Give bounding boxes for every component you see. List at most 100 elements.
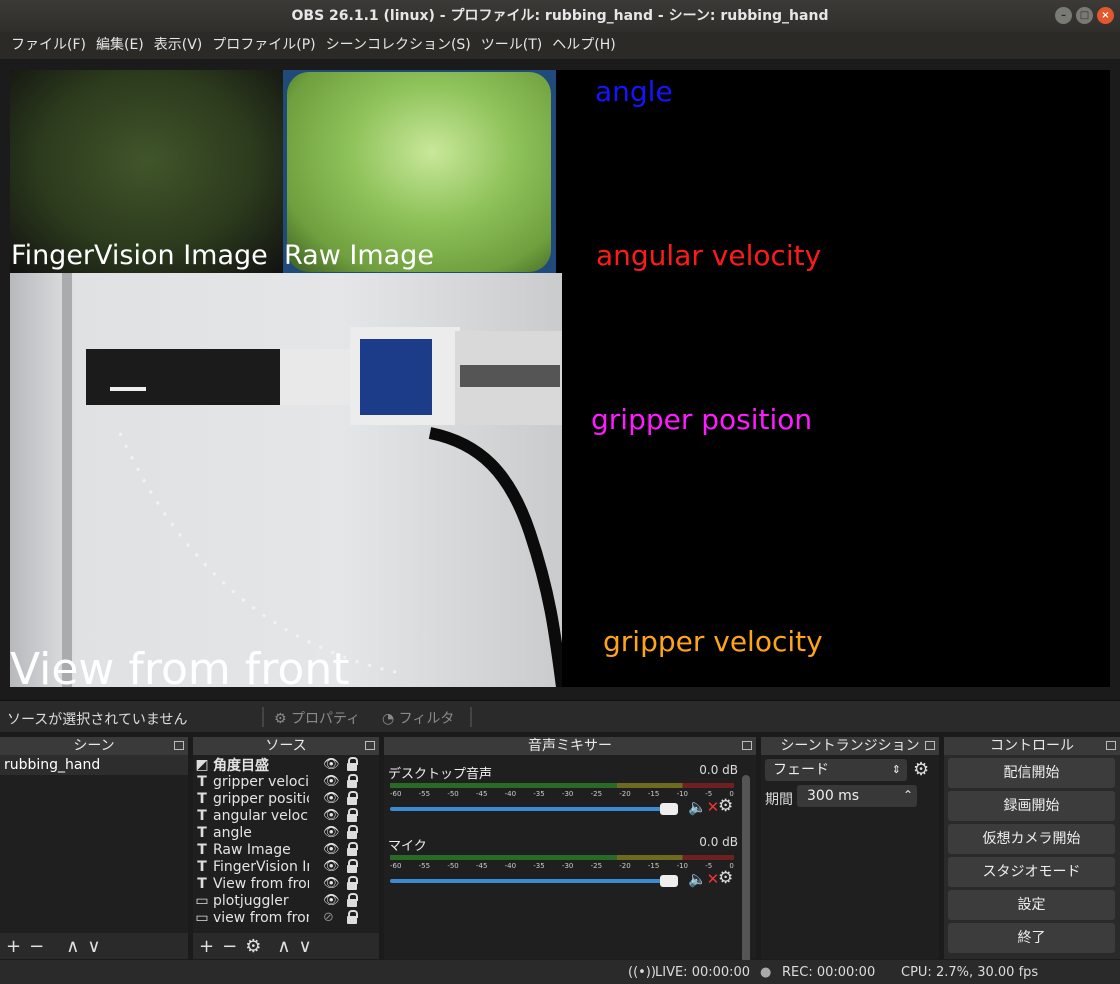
lock-icon[interactable] <box>347 774 358 788</box>
transitions-title: シーントランジション <box>780 738 920 754</box>
start-streaming-button[interactable]: 配信開始 <box>948 758 1115 788</box>
remove-source-button[interactable]: − <box>222 936 237 957</box>
source-name: 角度目盛 <box>213 757 269 774</box>
source-name: angular velocit <box>213 807 309 824</box>
text-icon: T <box>197 875 207 892</box>
menu-view[interactable]: 表示(V) <box>149 32 208 59</box>
eye-hidden-icon[interactable]: ⊘ <box>323 910 334 925</box>
lock-icon[interactable] <box>347 757 358 771</box>
gear-icon[interactable]: ⚙ <box>718 868 733 888</box>
gear-icon[interactable]: ⚙ <box>718 796 733 816</box>
undock-icon[interactable] <box>365 741 375 750</box>
chevron-updown-icon: ⇕ <box>891 763 901 776</box>
lock-icon[interactable] <box>347 893 358 907</box>
start-virtual-camera-button[interactable]: 仮想カメラ開始 <box>948 824 1115 854</box>
muted-speaker-icon[interactable]: 🔈✕ <box>688 870 719 888</box>
lock-icon[interactable] <box>347 876 358 890</box>
undock-icon[interactable] <box>925 741 935 750</box>
volume-slider[interactable] <box>390 875 678 887</box>
menu-help[interactable]: ヘルプ(H) <box>547 32 620 59</box>
exit-button[interactable]: 終了 <box>948 923 1115 953</box>
source-name: gripper velocit <box>213 773 309 790</box>
eye-icon[interactable]: 👁 <box>323 842 340 857</box>
rec-dot-icon: ● <box>760 965 772 980</box>
program-canvas[interactable]: FingerVision Image Raw Image View from f… <box>10 70 1110 687</box>
channel-db: 0.0 dB <box>699 835 738 849</box>
filters-button[interactable]: ◔ フィルタ <box>382 708 454 728</box>
transition-select[interactable]: フェード ⇕ <box>765 759 907 781</box>
menu-file[interactable]: ファイル(F) <box>6 32 91 59</box>
undock-icon[interactable] <box>742 741 752 750</box>
lock-icon[interactable] <box>347 842 358 856</box>
volume-slider[interactable] <box>390 803 678 815</box>
move-up-button[interactable]: ∧ <box>66 936 79 957</box>
eye-icon[interactable]: 👁 <box>323 791 340 806</box>
minimize-button[interactable]: – <box>1055 7 1072 24</box>
list-item[interactable]: ◩ 角度目盛 👁 <box>193 756 379 774</box>
eye-icon[interactable]: 👁 <box>323 757 340 772</box>
list-item[interactable]: Tangular velocit 👁 <box>193 807 379 824</box>
controls-title: コントロール <box>990 738 1074 754</box>
mixer-channel-desktop: デスクトップ音声 0.0 dB -60 -55 -50 -45 -40 -35 -30 -25… <box>388 763 740 816</box>
eye-icon[interactable]: 👁 <box>323 808 340 823</box>
list-item[interactable]: T View from fron 👁 <box>193 875 379 892</box>
mixer-scrollbar[interactable] <box>742 775 750 975</box>
move-up-button[interactable]: ∧ <box>277 936 290 957</box>
undock-icon[interactable] <box>1106 741 1116 750</box>
duration-value: 300 ms <box>807 788 860 804</box>
scene-item[interactable]: rubbing_hand <box>0 755 188 775</box>
undock-icon[interactable] <box>174 741 184 750</box>
raw-image-label: Raw Image <box>284 240 434 271</box>
volume-meter <box>390 783 734 788</box>
fingervision-label: FingerVision Image <box>11 240 268 271</box>
menu-profile[interactable]: プロファイル(P) <box>207 32 320 59</box>
eye-icon[interactable]: 👁 <box>323 893 340 908</box>
properties-button[interactable]: ⚙ プロパティ <box>274 708 360 728</box>
maximize-button[interactable]: □ <box>1076 7 1093 24</box>
slider-handle[interactable] <box>660 875 678 887</box>
menu-scene-collection[interactable]: シーンコレクション(S) <box>321 32 476 59</box>
source-properties-gear-icon[interactable]: ⚙ <box>245 936 261 957</box>
menu-tools[interactable]: ツール(T) <box>476 32 547 59</box>
list-item[interactable]: Tgripper positio 👁 <box>193 790 379 807</box>
list-item[interactable]: T Raw Image 👁 <box>193 841 379 858</box>
move-down-button[interactable]: ∨ <box>299 936 312 957</box>
filters-label: フィルタ <box>398 711 455 727</box>
list-item[interactable]: ▭ view from fron ⊘ <box>193 909 379 926</box>
close-button[interactable]: × <box>1097 7 1114 24</box>
eye-icon[interactable]: 👁 <box>323 774 340 789</box>
eye-icon[interactable]: 👁 <box>323 825 340 840</box>
settings-button[interactable]: 設定 <box>948 890 1115 920</box>
muted-speaker-icon[interactable]: 🔈✕ <box>688 798 719 816</box>
lock-icon[interactable] <box>347 825 358 839</box>
eye-icon[interactable]: 👁 <box>323 876 340 891</box>
remove-scene-button[interactable]: − <box>29 936 44 957</box>
eye-icon[interactable]: 👁 <box>323 859 340 874</box>
list-item[interactable]: Tangle 👁 <box>193 824 379 841</box>
list-item[interactable]: ▭ plotjuggler 👁 <box>193 892 379 909</box>
lock-icon[interactable] <box>347 808 358 822</box>
list-item[interactable]: Tgripper velocit 👁 <box>193 773 379 790</box>
preview-area[interactable]: FingerVision Image Raw Image View from f… <box>0 59 1120 699</box>
studio-mode-button[interactable]: スタジオモード <box>948 857 1115 887</box>
lock-icon[interactable] <box>347 910 358 924</box>
spin-arrows-icon[interactable]: ⌃ <box>903 784 913 806</box>
duration-label: 期間 <box>765 792 793 808</box>
duration-spinbox[interactable]: 300 ms ⌃ <box>797 785 917 807</box>
move-down-button[interactable]: ∨ <box>87 936 100 957</box>
add-scene-button[interactable]: + <box>6 936 21 957</box>
slider-handle[interactable] <box>660 803 678 815</box>
lock-icon[interactable] <box>347 791 358 805</box>
list-item[interactable]: T FingerVision Im 👁 <box>193 858 379 875</box>
add-source-button[interactable]: + <box>199 936 214 957</box>
source-name: View from fron <box>213 875 309 892</box>
audio-mixer-dock: 音声ミキサー デスクトップ音声 0.0 dB -60 -55 -50 -45 -40 -3… <box>384 737 756 975</box>
start-recording-button[interactable]: 録画開始 <box>948 791 1115 821</box>
front-view-scene <box>62 273 568 687</box>
controls-dock: コントロール 配信開始 録画開始 仮想カメラ開始 スタジオモード 設定 終了 <box>944 737 1120 959</box>
menu-edit[interactable]: 編集(E) <box>91 32 149 59</box>
menu-bar: ファイル(F) 編集(E) 表示(V) プロファイル(P) シーンコレクション(… <box>0 32 1120 59</box>
gear-icon[interactable]: ⚙ <box>913 759 929 780</box>
meter-ticks: -60 -55 -50 -45 -40 -35 -30 -25 -20 -15 -10 -5 0 <box>390 862 734 870</box>
lock-icon[interactable] <box>347 859 358 873</box>
